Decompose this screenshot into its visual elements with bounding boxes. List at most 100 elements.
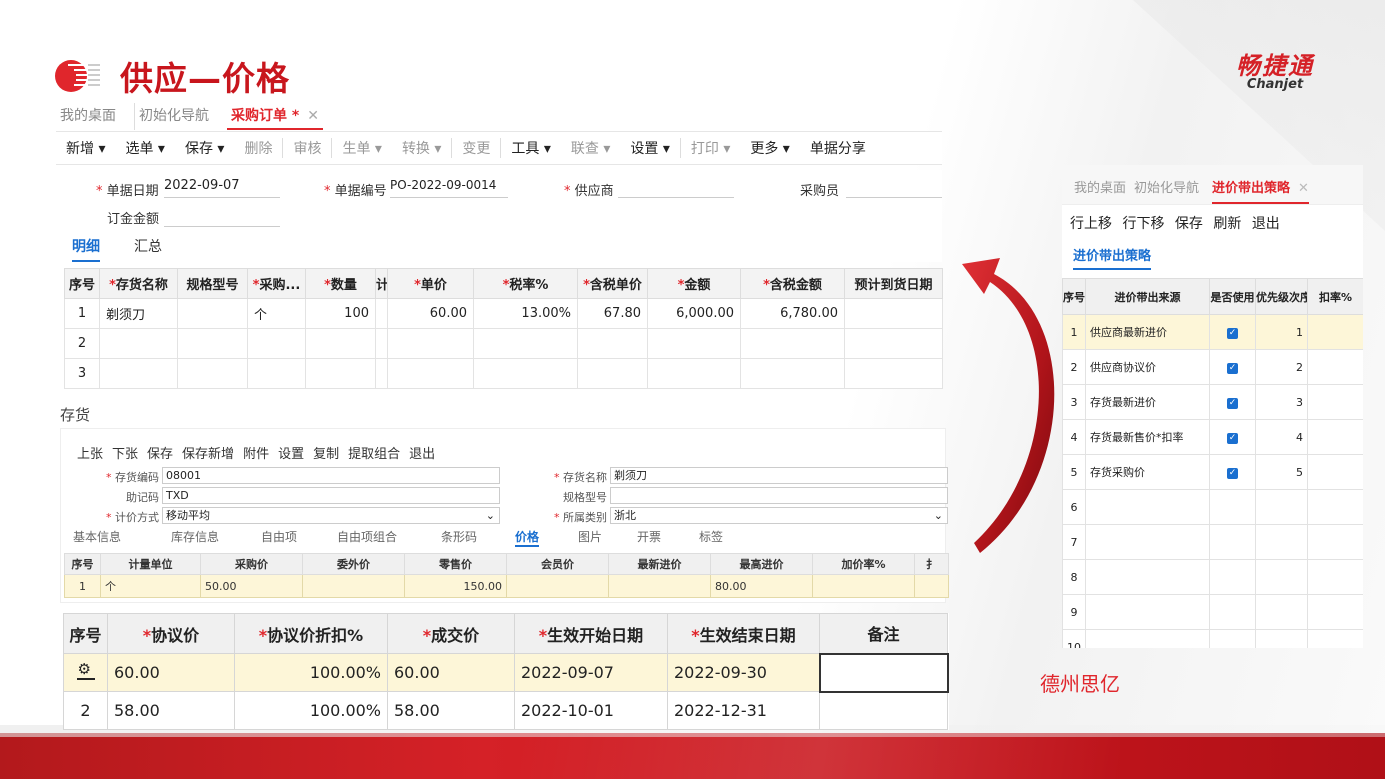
table-row[interactable]: 9 [1062, 594, 1363, 630]
deposit-field[interactable] [164, 207, 280, 227]
table-row[interactable]: 7 [1062, 524, 1363, 560]
toolbar-print[interactable]: 打印 ▾ [679, 138, 740, 158]
toolbar-audit[interactable]: 审核 [282, 138, 331, 158]
close-icon[interactable]: ✕ [1298, 181, 1309, 196]
table-row[interactable]: 2 供应商协议价 ✓ 2 [1062, 349, 1363, 385]
inv-save-new-button[interactable]: 保存新增 [182, 443, 234, 462]
cell[interactable] [1307, 314, 1363, 350]
inv-prev-button[interactable]: 上张 [77, 443, 103, 462]
strategy-subtab[interactable]: 进价带出策略 [1073, 245, 1152, 270]
cell[interactable] [1307, 419, 1363, 455]
toolbar-tools[interactable]: 工具 ▾ [500, 138, 560, 158]
rtab-strategy[interactable]: 进价带出策略 ✕ [1212, 177, 1309, 204]
cell[interactable]: 50.00 [200, 574, 303, 598]
toolbar-query[interactable]: 联查 ▾ [561, 138, 620, 158]
table-row[interactable]: 3 存货最新进价 ✓ 3 [1062, 384, 1363, 420]
inv-tab-free-combo[interactable]: 自由项组合 [337, 528, 397, 545]
table-row[interactable]: 2 58.00 100.00% 58.00 2022-10-01 2022-12… [63, 691, 948, 730]
toolbar-more[interactable]: 更多 ▾ [740, 138, 799, 158]
cell[interactable]: 58.00 [387, 691, 515, 730]
inv-tab-price[interactable]: 价格 [515, 528, 540, 547]
inv-exit-button[interactable]: 退出 [409, 443, 435, 462]
cell[interactable]: 100 [305, 298, 376, 329]
date-field[interactable]: 2022-09-07 [164, 178, 280, 198]
cell[interactable]: 6,000.00 [647, 298, 741, 329]
checkbox-checked-icon[interactable]: ✓ [1227, 363, 1238, 374]
rtab-desktop[interactable]: 我的桌面 [1074, 177, 1126, 196]
subtab-summary[interactable]: 汇总 [134, 236, 162, 256]
inv-extract-button[interactable]: 提取组合 [348, 443, 400, 462]
table-row[interactable]: 1 个 50.00 150.00 80.00 [64, 574, 949, 598]
supplier-field[interactable] [618, 178, 734, 198]
cell[interactable]: 2 [1255, 349, 1308, 385]
inv-cost-select[interactable]: 移动平均 ⌄ [162, 507, 500, 524]
cell[interactable] [812, 574, 915, 598]
tab-desktop[interactable]: 我的桌面 [56, 103, 120, 130]
toolbar-convert[interactable]: 转换 ▾ [392, 138, 451, 158]
inv-tab-invoice[interactable]: 开票 [637, 528, 661, 545]
row-settings-icon[interactable] [76, 660, 95, 680]
table-row[interactable]: 60.00 100.00% 60.00 2022-09-07 2022-09-3… [63, 652, 949, 693]
toolbar-new[interactable]: 新增 ▾ [56, 138, 115, 158]
cell[interactable]: 100.00% [234, 653, 388, 692]
toolbar-share[interactable]: 单据分享 [800, 138, 876, 158]
inv-attach-button[interactable]: 附件 [243, 443, 269, 462]
cell[interactable] [914, 574, 949, 598]
cell[interactable]: 13.00% [473, 298, 578, 329]
checkbox-checked-icon[interactable]: ✓ [1227, 468, 1238, 479]
inv-tab-stock[interactable]: 库存信息 [171, 528, 219, 545]
code-field[interactable]: PO-2022-09-0014 [390, 178, 508, 198]
cell[interactable]: 2022-10-01 [514, 691, 668, 730]
cell[interactable] [63, 653, 108, 692]
inv-mnemonic-field[interactable]: TXD [162, 487, 500, 504]
cell[interactable] [819, 691, 948, 730]
cell[interactable]: ✓ [1209, 314, 1256, 350]
table-row[interactable]: 8 [1062, 559, 1363, 595]
tab-init-nav[interactable]: 初始化导航 [134, 103, 213, 130]
cell[interactable] [302, 574, 405, 598]
inv-settings-button[interactable]: 设置 [278, 443, 304, 462]
cell[interactable]: 3 [1255, 384, 1308, 420]
table-row[interactable]: 2 [64, 328, 943, 359]
refresh-button[interactable]: 刷新 [1213, 216, 1241, 232]
cell[interactable]: 58.00 [107, 691, 235, 730]
cell[interactable]: 5 [1255, 454, 1308, 490]
exit-button[interactable]: 退出 [1252, 216, 1280, 232]
cell[interactable] [177, 298, 248, 329]
table-row[interactable]: 10 [1062, 629, 1363, 648]
cell[interactable]: 剃须刀 [99, 298, 178, 329]
cell[interactable]: 2022-09-30 [667, 653, 820, 692]
table-row[interactable]: 4 存货最新售价*扣率 ✓ 4 [1062, 419, 1363, 455]
remark-input[interactable] [818, 652, 949, 693]
cell[interactable]: 4 [1255, 419, 1308, 455]
inv-code-field[interactable]: 08001 [162, 467, 500, 484]
toolbar-generate[interactable]: 生单 ▾ [331, 138, 391, 158]
cell[interactable] [506, 574, 609, 598]
cell[interactable]: 67.80 [577, 298, 648, 329]
table-row[interactable]: 5 存货采购价 ✓ 5 [1062, 454, 1363, 490]
cell[interactable]: 2022-12-31 [667, 691, 820, 730]
checkbox-checked-icon[interactable]: ✓ [1227, 398, 1238, 409]
checkbox-checked-icon[interactable]: ✓ [1227, 433, 1238, 444]
cell[interactable]: 60.00 [387, 298, 474, 329]
subtab-detail[interactable]: 明细 [72, 236, 100, 262]
cell[interactable] [1307, 349, 1363, 385]
inv-tab-tag[interactable]: 标签 [699, 528, 723, 545]
cell[interactable] [1307, 384, 1363, 420]
cell[interactable]: 60.00 [387, 653, 515, 692]
save-button[interactable]: 保存 [1175, 216, 1203, 232]
cell[interactable]: 6,780.00 [740, 298, 845, 329]
move-down-button[interactable]: 行下移 [1122, 216, 1164, 232]
cell[interactable]: ✓ [1209, 349, 1256, 385]
cell[interactable]: ✓ [1209, 384, 1256, 420]
tab-purchase-order[interactable]: 采购订单 * ✕ [227, 103, 323, 130]
toolbar-delete[interactable]: 删除 [234, 138, 282, 158]
inv-category-select[interactable]: 浙北 ⌄ [610, 507, 948, 524]
cell[interactable] [608, 574, 711, 598]
cell[interactable]: 80.00 [710, 574, 813, 598]
move-up-button[interactable]: 行上移 [1070, 216, 1112, 232]
cell[interactable]: 150.00 [404, 574, 507, 598]
buyer-field[interactable] [846, 178, 942, 198]
cell[interactable]: ✓ [1209, 419, 1256, 455]
cell[interactable]: ✓ [1209, 454, 1256, 490]
